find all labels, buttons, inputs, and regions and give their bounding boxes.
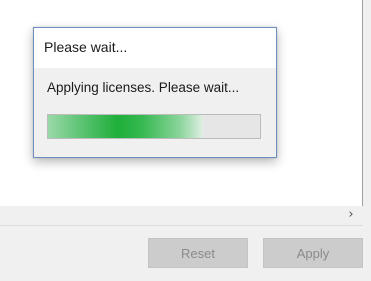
apply-button[interactable]: Apply [263, 238, 363, 268]
progress-fill [48, 115, 203, 138]
chevron-right-icon[interactable]: › [345, 208, 357, 222]
please-wait-dialog: Please wait... Applying licenses. Please… [33, 27, 277, 158]
dialog-message: Applying licenses. Please wait... [47, 80, 240, 95]
dialog-body: Applying licenses. Please wait... [34, 68, 276, 157]
horizontal-scrollbar[interactable]: › [0, 206, 363, 226]
dialog-title: Please wait... [34, 28, 276, 69]
progress-bar [47, 114, 261, 139]
reset-button[interactable]: Reset [148, 238, 248, 268]
